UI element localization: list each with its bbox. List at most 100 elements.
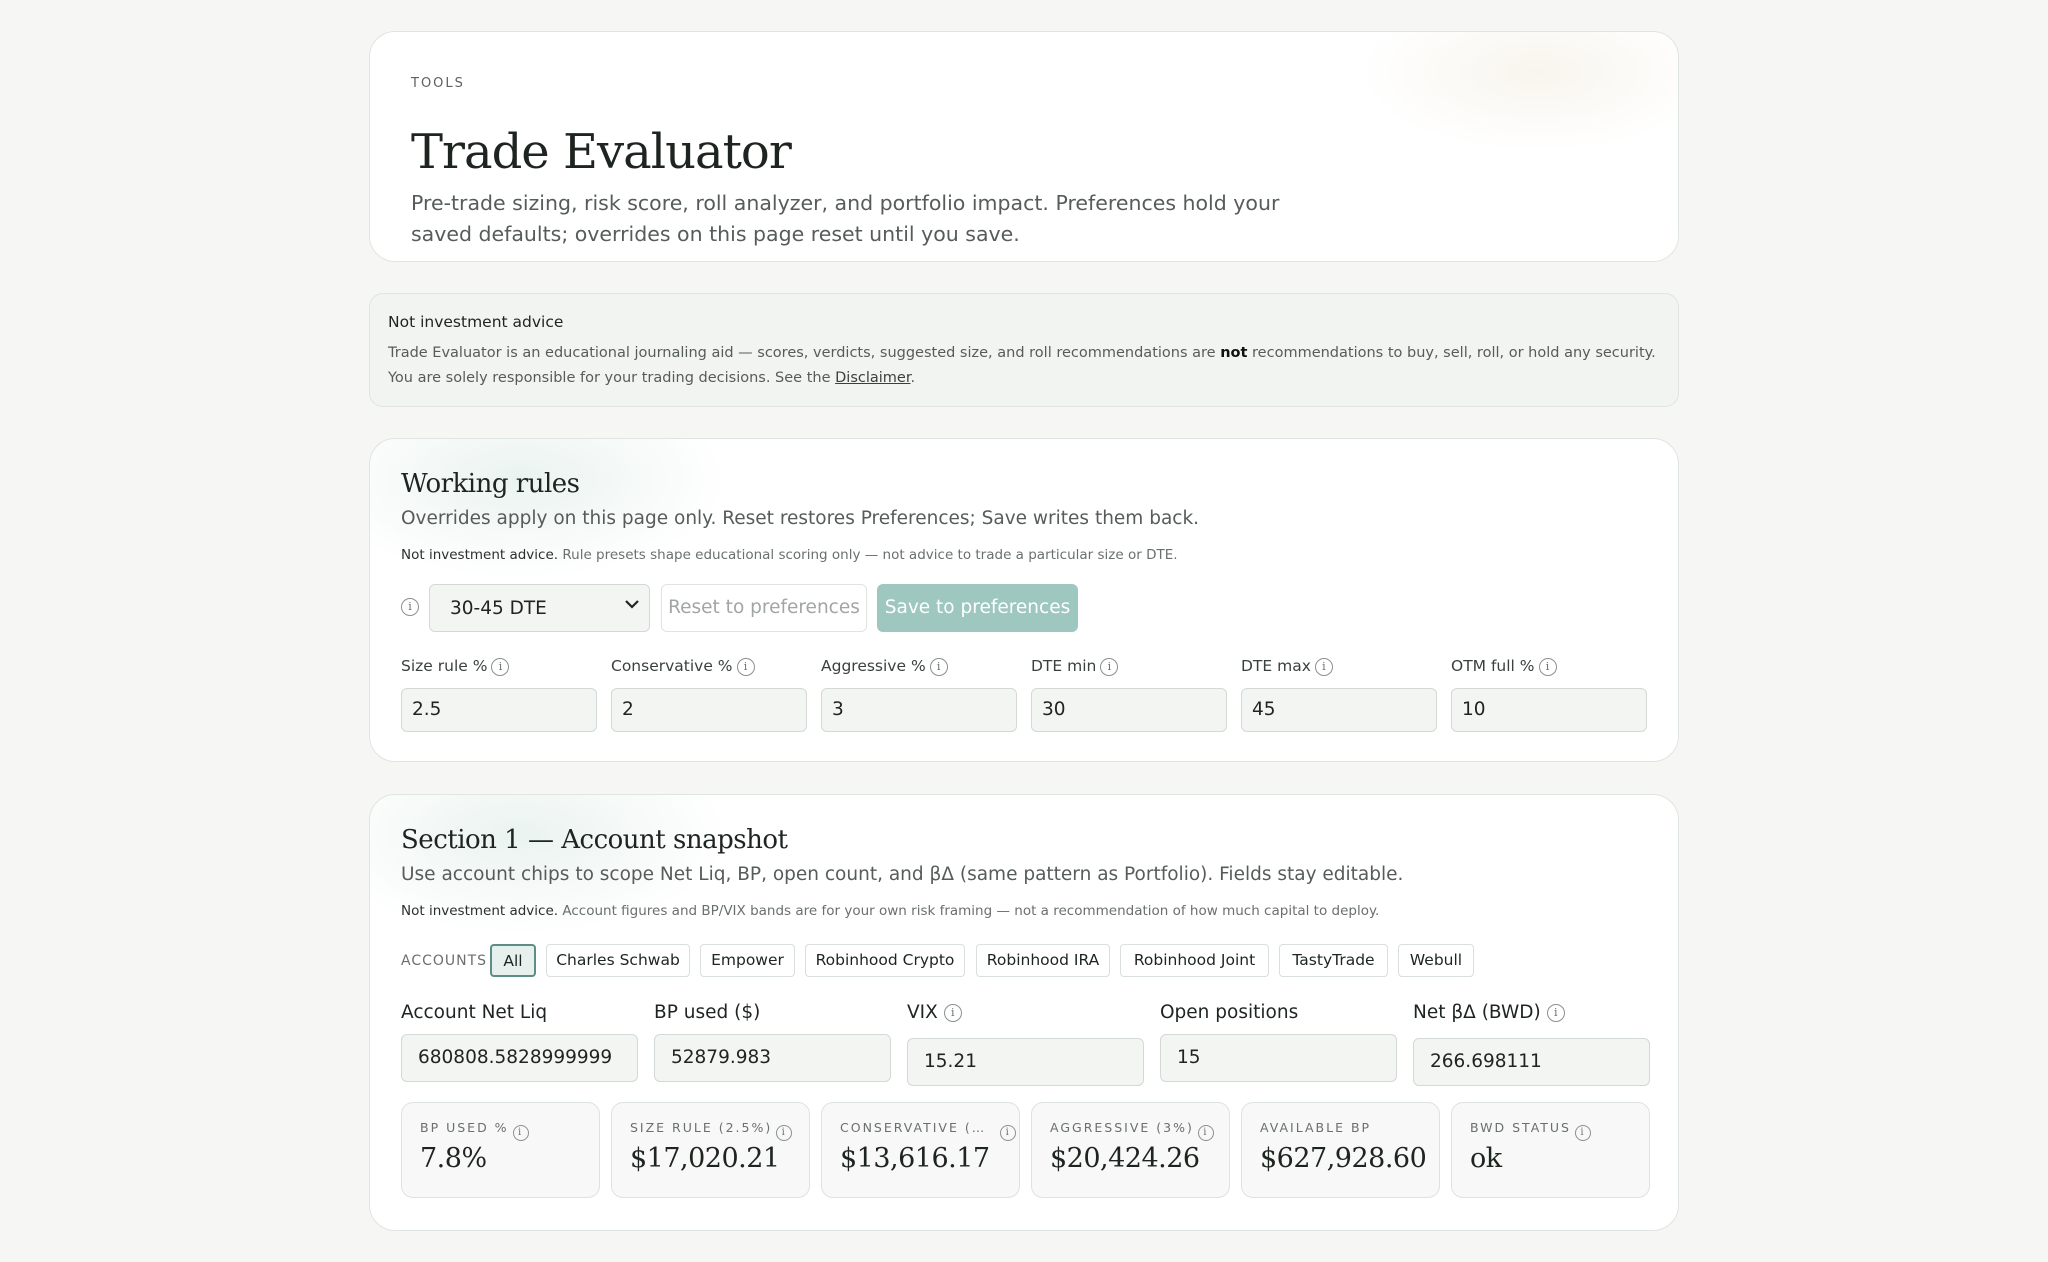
metric-bwd-status: BWD STATUS i ok — [1451, 1102, 1650, 1198]
metric-size-rule: SIZE RULE (2.5%) i $17,020.21 — [611, 1102, 810, 1198]
open-positions-field: Open positions 15 — [1160, 1002, 1397, 1082]
snapshot-note: Not investment advice. Account figures a… — [401, 903, 1379, 919]
metric-label: AVAILABLE BP — [1260, 1120, 1372, 1135]
conservative-input[interactable]: 2 — [611, 688, 807, 732]
working-rules-card: Working rules Overrides apply on this pa… — [369, 438, 1679, 762]
working-rules-subtitle: Overrides apply on this page only. Reset… — [401, 508, 1200, 529]
vix-field: VIX i 15.21 — [907, 1002, 1144, 1086]
field-label: OTM full % — [1451, 657, 1535, 675]
info-icon[interactable]: i — [943, 1004, 962, 1022]
account-chip-robinhood-crypto[interactable]: Robinhood Crypto — [805, 944, 965, 977]
field-label: Size rule % — [401, 657, 488, 675]
metric-aggressive: AGGRESSIVE (3%) i $20,424.26 — [1031, 1102, 1230, 1198]
field-label: Conservative % — [611, 657, 733, 675]
metric-label: BWD STATUS — [1470, 1120, 1571, 1135]
open-positions-input[interactable]: 15 — [1160, 1034, 1397, 1082]
field-label: BP used ($) — [654, 1002, 761, 1023]
info-icon[interactable]: i — [929, 657, 948, 676]
header-card: TOOLS Trade Evaluator Pre-trade sizing, … — [369, 31, 1679, 262]
aggressive-field: Aggressive % i 3 — [821, 657, 1017, 732]
otm-full-input[interactable]: 10 — [1451, 688, 1647, 732]
field-label: Open positions — [1160, 1002, 1299, 1023]
disclaimer-body: Trade Evaluator is an educational journa… — [388, 341, 1668, 390]
net-liq-input[interactable]: 680808.5828999999 — [401, 1034, 638, 1082]
preset-select-value: 30-45 DTE — [450, 598, 547, 619]
net-beta-delta-field: Net βΔ (BWD) i 266.698111 — [1413, 1002, 1650, 1086]
aggressive-input[interactable]: 3 — [821, 688, 1017, 732]
preset-select[interactable]: 30-45 DTE — [429, 584, 650, 632]
vix-input[interactable]: 15.21 — [907, 1038, 1144, 1086]
accounts-label: ACCOUNTS — [401, 953, 488, 969]
info-icon[interactable]: i — [1546, 1004, 1565, 1022]
size-rule-input[interactable]: 2.5 — [401, 688, 597, 732]
metric-value: $17,020.21 — [630, 1143, 780, 1174]
account-snapshot-card: Section 1 — Account snapshot Use account… — [369, 794, 1679, 1231]
note-bold: Not investment advice. — [401, 903, 559, 919]
info-icon[interactable]: i — [776, 1125, 793, 1141]
account-chip-robinhood-joint[interactable]: Robinhood Joint — [1120, 944, 1269, 977]
account-chip-tastytrade[interactable]: TastyTrade — [1279, 944, 1388, 977]
dte-min-field: DTE min i 30 — [1031, 657, 1227, 732]
field-label: Account Net Liq — [401, 1002, 548, 1023]
disclaimer-title: Not investment advice — [388, 313, 564, 331]
field-label: DTE max — [1241, 657, 1311, 675]
note-text: Account figures and BP/VIX bands are for… — [558, 903, 1380, 919]
field-label: Net βΔ (BWD) — [1413, 1002, 1541, 1023]
metric-conservative: CONSERVATIVE (… i $13,616.17 — [821, 1102, 1020, 1198]
info-icon[interactable]: i — [1314, 657, 1333, 676]
info-icon[interactable]: i — [1538, 657, 1557, 676]
bp-used-input[interactable]: 52879.983 — [654, 1034, 891, 1082]
info-icon[interactable]: i — [1575, 1125, 1591, 1141]
dte-max-input[interactable]: 45 — [1241, 688, 1437, 732]
chevron-down-icon — [625, 597, 639, 613]
page-eyebrow: TOOLS — [411, 76, 465, 91]
info-icon[interactable]: i — [1100, 657, 1119, 676]
conservative-field: Conservative % i 2 — [611, 657, 807, 732]
field-label: VIX — [907, 1002, 938, 1023]
info-icon[interactable]: i — [1000, 1125, 1017, 1141]
dte-min-input[interactable]: 30 — [1031, 688, 1227, 732]
disclaimer-emphasis: not — [1220, 345, 1248, 361]
metric-label: BP USED % — [420, 1120, 509, 1135]
preset-info-icon[interactable]: i — [401, 598, 419, 616]
metric-available-bp: AVAILABLE BP $627,928.60 — [1241, 1102, 1440, 1198]
info-icon[interactable]: i — [512, 1125, 529, 1141]
size-rule-field: Size rule % i 2.5 — [401, 657, 597, 732]
snapshot-subtitle: Use account chips to scope Net Liq, BP, … — [401, 864, 1404, 885]
net-liq-field: Account Net Liq 680808.5828999999 — [401, 1002, 638, 1082]
disclaimer-text: Trade Evaluator is an educational journa… — [388, 345, 1221, 361]
metric-label: SIZE RULE (2.5%) — [630, 1120, 773, 1135]
dte-max-field: DTE max i 45 — [1241, 657, 1437, 732]
disclaimer-banner: Not investment advice Trade Evaluator is… — [369, 293, 1679, 407]
account-chip-webull[interactable]: Webull — [1398, 944, 1474, 977]
metric-value: ok — [1470, 1143, 1502, 1174]
metric-value: $20,424.26 — [1050, 1143, 1200, 1174]
info-icon[interactable]: i — [1197, 1125, 1214, 1141]
save-to-preferences-button[interactable]: Save to preferences — [877, 584, 1078, 632]
account-chip-all[interactable]: All — [490, 944, 536, 977]
disclaimer-link[interactable]: Disclaimer — [835, 370, 910, 386]
metric-value: $13,616.17 — [840, 1143, 990, 1174]
metric-label: CONSERVATIVE (… — [840, 1120, 987, 1135]
info-icon[interactable]: i — [491, 657, 510, 676]
note-text: Rule presets shape educational scoring o… — [558, 547, 1178, 563]
bp-used-field: BP used ($) 52879.983 — [654, 1002, 891, 1082]
metric-bp-used-pct: BP USED % i 7.8% — [401, 1102, 600, 1198]
otm-full-field: OTM full % i 10 — [1451, 657, 1647, 732]
account-chip-empower[interactable]: Empower — [700, 944, 795, 977]
account-chip-charles-schwab[interactable]: Charles Schwab — [546, 944, 690, 977]
metric-label: AGGRESSIVE (3%) — [1050, 1120, 1194, 1135]
field-label: Aggressive % — [821, 657, 926, 675]
snapshot-title: Section 1 — Account snapshot — [401, 825, 788, 855]
reset-to-preferences-button[interactable]: Reset to preferences — [661, 584, 867, 632]
metric-value: $627,928.60 — [1260, 1143, 1427, 1174]
info-icon[interactable]: i — [736, 657, 755, 676]
working-rules-title: Working rules — [401, 469, 580, 499]
account-chip-robinhood-ira[interactable]: Robinhood IRA — [976, 944, 1110, 977]
working-rules-note: Not investment advice. Rule presets shap… — [401, 547, 1178, 563]
net-beta-delta-input[interactable]: 266.698111 — [1413, 1038, 1650, 1086]
note-bold: Not investment advice. — [401, 547, 559, 563]
page-subtitle: Pre-trade sizing, risk score, roll analy… — [411, 191, 1280, 246]
metric-value: 7.8% — [420, 1143, 487, 1174]
page-title: Trade Evaluator — [411, 124, 792, 180]
